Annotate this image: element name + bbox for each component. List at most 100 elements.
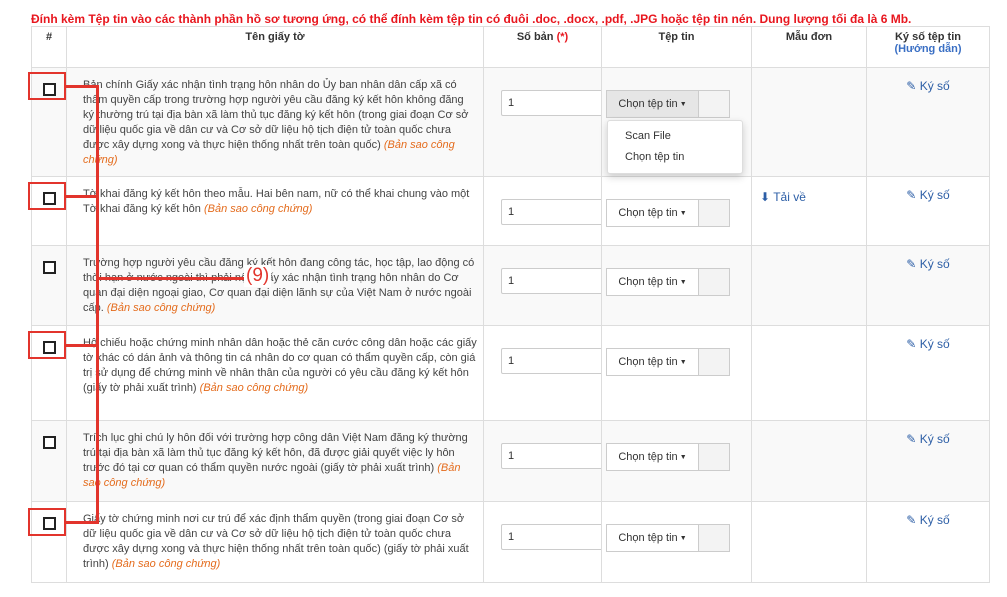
digital-sign-link[interactable]: ✎ Ký số [867, 432, 989, 446]
download-label: Tải về [773, 190, 806, 204]
document-name: Hộ chiếu hoặc chứng minh nhân dân hoặc t… [66, 325, 484, 421]
connector-line [66, 344, 99, 347]
copy-type-note: (Bản sao công chứng) [199, 382, 309, 394]
header-file: Tệp tin [601, 26, 752, 68]
highlight-box [28, 182, 66, 210]
digital-sign-link[interactable]: ✎ Ký số [867, 79, 989, 93]
choose-file-button[interactable]: Chọn tệp tin ▼ [606, 90, 698, 118]
required-mark: (*) [556, 31, 569, 43]
document-name: Giấy tờ chứng minh nơi cư trú để xác địn… [66, 501, 484, 583]
header-document-name: Tên giấy tờ [66, 26, 484, 68]
menu-item-scan-file[interactable]: Scan File [608, 126, 742, 147]
sign-label: Ký số [919, 79, 950, 93]
form-template-cell [751, 325, 867, 421]
choose-file-button[interactable]: Chọn tệp tin ▼ [606, 524, 698, 552]
form-template-cell [751, 501, 867, 583]
digital-sign-link[interactable]: ✎ Ký số [867, 337, 989, 351]
header-number: # [31, 26, 67, 68]
edit-icon: ✎ [906, 79, 917, 93]
row-select-checkbox[interactable] [42, 436, 56, 449]
header-sign-label: Ký số tệp tin [894, 31, 961, 43]
highlight-box [28, 508, 66, 536]
table-row: Hộ chiếu hoặc chứng minh nhân dân hoặc t… [31, 325, 990, 421]
choose-file-label: Chọn tệp tin [618, 207, 678, 219]
table-header-row: # Tên giấy tờ Số bản (*) Tệp tin Mẫu đơn… [31, 26, 990, 68]
caret-down-icon: ▼ [679, 534, 687, 542]
document-text: Trích lục ghi chú ly hôn đối với trường … [83, 432, 468, 474]
copy-type-note: (Bản sao công chứng) [111, 558, 221, 570]
sign-label: Ký số [919, 432, 950, 446]
digital-sign-link[interactable]: ✎ Ký số [867, 257, 989, 271]
document-name: Bản chính Giấy xác nhận tình trạng hôn n… [66, 67, 484, 177]
document-name: Trích lục ghi chú ly hôn đối với trường … [66, 420, 484, 502]
form-template-cell [751, 420, 867, 502]
file-name-box [698, 443, 730, 471]
copy-type-note: (Bản sao công chứng) [106, 302, 216, 314]
caret-down-icon: ▼ [679, 453, 687, 461]
connector-line [98, 277, 246, 280]
file-name-box [698, 524, 730, 552]
sign-label: Ký số [919, 257, 950, 271]
sign-label: Ký số [919, 337, 950, 351]
connector-line [66, 195, 99, 198]
file-name-box [698, 90, 730, 118]
choose-file-label: Chọn tệp tin [618, 451, 678, 463]
edit-icon: ✎ [906, 337, 917, 351]
step-callout-label: (9) [244, 265, 272, 287]
choose-file-label: Chọn tệp tin [618, 276, 678, 288]
copies-input[interactable] [501, 524, 611, 550]
copies-input[interactable] [501, 199, 611, 225]
choose-file-button[interactable]: Chọn tệp tin ▼ [606, 348, 698, 376]
sign-label: Ký số [919, 513, 950, 527]
table-row: Trích lục ghi chú ly hôn đối với trường … [31, 420, 990, 502]
download-template-link[interactable]: ⬇ Tải về [760, 190, 806, 204]
copies-input[interactable] [501, 443, 611, 469]
document-name: Tờ khai đăng ký kết hôn theo mẫu. Hai bê… [66, 176, 484, 246]
edit-icon: ✎ [906, 257, 917, 271]
sign-label: Ký số [919, 188, 950, 202]
file-name-box [698, 348, 730, 376]
choose-file-label: Chọn tệp tin [618, 532, 678, 544]
choose-file-button[interactable]: Chọn tệp tin ▼ [606, 443, 698, 471]
choose-file-label: Chọn tệp tin [618, 98, 678, 110]
choose-file-button[interactable]: Chọn tệp tin ▼ [606, 268, 698, 296]
form-template-cell [751, 67, 867, 177]
table-row: Bản chính Giấy xác nhận tình trạng hôn n… [31, 67, 990, 177]
choose-file-label: Chọn tệp tin [618, 356, 678, 368]
copies-input[interactable] [501, 90, 611, 116]
menu-item-choose-file[interactable]: Chọn tệp tin [608, 147, 742, 168]
table-row: Tờ khai đăng ký kết hôn theo mẫu. Hai bê… [31, 176, 990, 246]
attachment-notice: Đính kèm Tệp tin vào các thành phần hồ s… [31, 12, 912, 26]
table-row: Trường hợp người yêu cầu đăng ký kết hôn… [31, 245, 990, 326]
digital-sign-link[interactable]: ✎ Ký số [867, 188, 989, 202]
file-name-box [698, 268, 730, 296]
connector-line [96, 85, 99, 522]
caret-down-icon: ▼ [679, 209, 687, 217]
copies-input[interactable] [501, 348, 611, 374]
copies-input[interactable] [501, 268, 611, 294]
header-copies: Số bản (*) [483, 26, 602, 68]
choose-file-button[interactable]: Chọn tệp tin ▼ [606, 199, 698, 227]
header-form-template: Mẫu đơn [751, 26, 867, 68]
sign-guide-link[interactable]: (Hướng dẫn) [871, 43, 985, 55]
header-digital-sign: Ký số tệp tin (Hướng dẫn) [866, 26, 990, 68]
file-name-box [698, 199, 730, 227]
choose-file-dropdown-menu: Scan File Chọn tệp tin [607, 120, 743, 174]
digital-sign-link[interactable]: ✎ Ký số [867, 513, 989, 527]
copy-type-note: (Bản sao công chứng) [203, 203, 313, 215]
download-icon: ⬇ [760, 190, 771, 204]
caret-down-icon: ▼ [679, 358, 687, 366]
edit-icon: ✎ [906, 188, 917, 202]
document-name: Trường hợp người yêu cầu đăng ký kết hôn… [66, 245, 484, 326]
connector-line [66, 521, 99, 524]
row-select-checkbox[interactable] [42, 261, 56, 274]
edit-icon: ✎ [906, 513, 917, 527]
documents-table: # Tên giấy tờ Số bản (*) Tệp tin Mẫu đơn… [31, 26, 990, 583]
connector-line [66, 85, 99, 88]
highlight-box [28, 72, 66, 100]
highlight-box [28, 331, 66, 359]
caret-down-icon: ▼ [679, 278, 687, 286]
edit-icon: ✎ [906, 432, 917, 446]
table-row: Giấy tờ chứng minh nơi cư trú để xác địn… [31, 501, 990, 583]
header-copies-label: Số bản [516, 31, 554, 43]
